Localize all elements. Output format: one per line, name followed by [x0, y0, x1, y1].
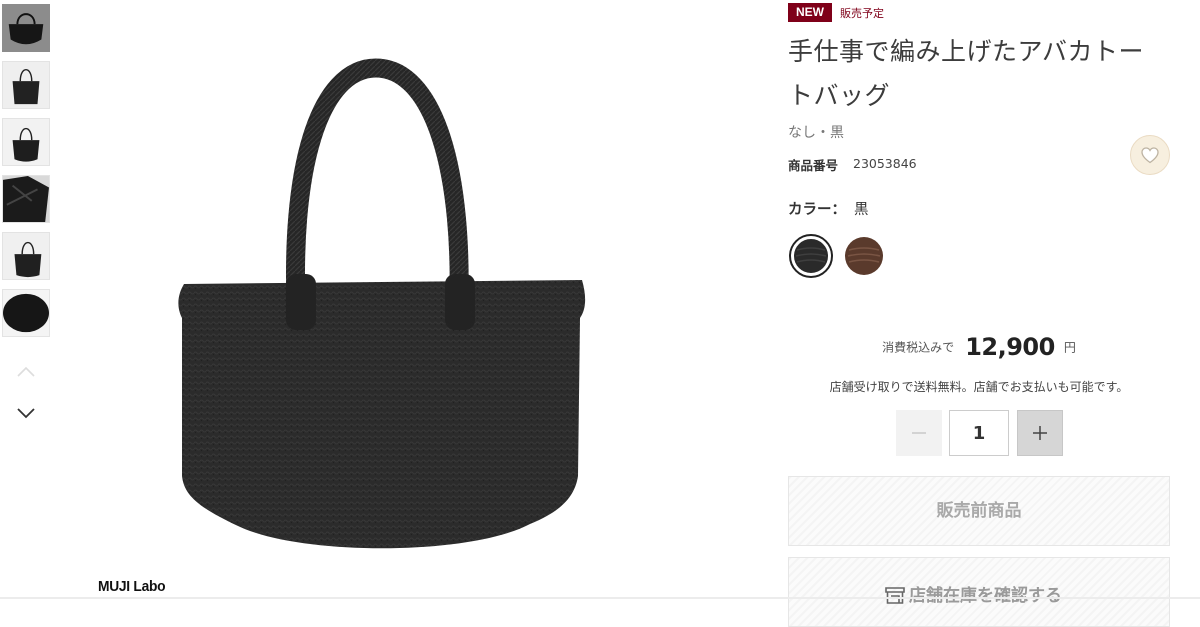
chevron-down-icon[interactable]: [14, 405, 38, 421]
quantity-decrease-button[interactable]: [896, 410, 942, 456]
bag-top-view-thumbnail-icon: [3, 290, 49, 336]
model-with-bag-thumbnail-icon: [3, 233, 49, 279]
product-number-label: 商品番号: [788, 158, 839, 173]
check-store-stock-label: 店舗在庫を確認する: [909, 586, 1062, 606]
presale-button[interactable]: 販売前商品: [788, 476, 1170, 546]
store-icon: [885, 587, 905, 604]
main-product-image: [170, 56, 600, 576]
quantity-input[interactable]: [949, 410, 1009, 456]
product-variant-summary: なし・黒: [788, 125, 844, 141]
color-swatch-black[interactable]: [789, 234, 833, 278]
check-store-stock-button[interactable]: 店舗在庫を確認する: [788, 557, 1170, 627]
quantity-increase-button[interactable]: [1017, 410, 1063, 456]
thumbnail-5[interactable]: [2, 232, 50, 280]
thumbnail-2[interactable]: [2, 61, 50, 109]
new-badge: NEW: [788, 3, 832, 22]
minus-icon: [912, 432, 926, 434]
product-number: 23053846: [853, 156, 917, 171]
product-title: 手仕事で編み上げたアバカトートバッグ: [788, 37, 1145, 110]
shipping-note: 店舗受け取りで送料無料。店舗でお支払いも可能です。: [829, 380, 1129, 394]
price-unit: 円: [1063, 340, 1076, 355]
thumbnail-3[interactable]: [2, 118, 50, 166]
price-value: 12,900: [965, 333, 1055, 361]
brand-logo: MUJI Labo: [98, 578, 166, 595]
selected-color-value: 黒: [854, 202, 869, 218]
chevron-up-icon[interactable]: [14, 364, 38, 380]
check-store-stock-content: 店舗在庫を確認する: [885, 581, 1062, 606]
color-label: カラー：: [788, 202, 846, 218]
thumbnail-4[interactable]: [2, 175, 50, 223]
tote-bag-image-icon: [178, 58, 586, 549]
tote-bag-thumbnail-icon: [8, 13, 44, 45]
model-with-bag-thumbnail-icon: [3, 62, 49, 108]
thumbnail-6[interactable]: [2, 289, 50, 337]
model-with-bag-thumbnail-icon: [3, 119, 49, 165]
price-prefix: 消費税込みで: [882, 340, 955, 355]
bag-detail-thumbnail-icon: [3, 176, 49, 222]
brown-weave-swatch-icon: [845, 237, 883, 275]
plus-icon: [1033, 426, 1047, 440]
status-badge: 販売予定: [840, 7, 884, 20]
favorite-button[interactable]: [1130, 135, 1170, 175]
thumbnail-1[interactable]: [2, 4, 50, 52]
heart-icon: [1141, 147, 1159, 164]
color-swatch-brown[interactable]: [844, 236, 884, 276]
thumbnail-list: [0, 0, 60, 599]
black-weave-swatch-icon: [792, 237, 830, 275]
price-row: 消費税込みで 12,900 円: [788, 333, 1170, 361]
